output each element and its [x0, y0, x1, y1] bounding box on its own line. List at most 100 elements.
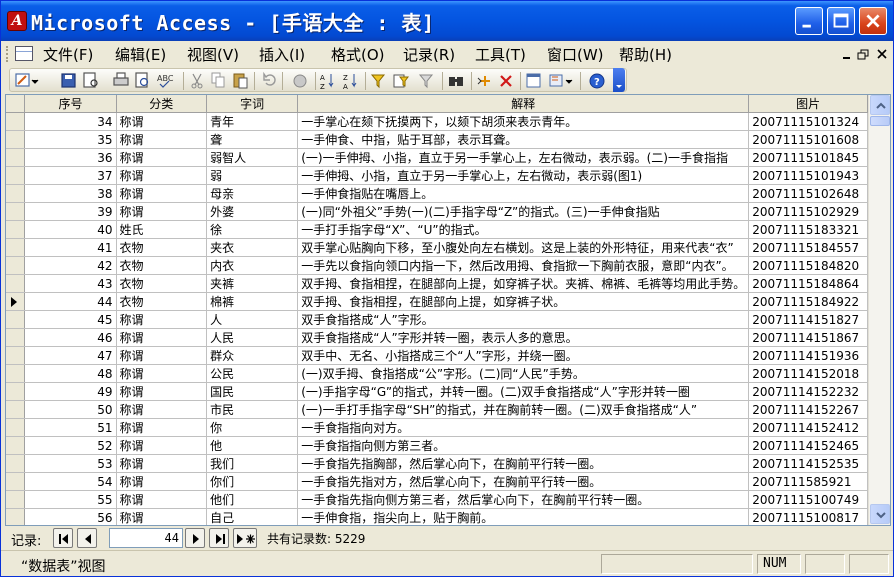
table-row[interactable]: 52 称谓他一手食指指向侧方第三者。 20071114152465	[6, 436, 868, 455]
cell-category[interactable]: 衣物	[116, 238, 208, 257]
table-row[interactable]: 51 称谓你一手食指指向对方。 20071114152412	[6, 418, 868, 437]
table-row[interactable]: 37 称谓弱一手伸拇、小指，直立于另一手掌心上，左右微动，表示弱(图1) 20071…	[6, 166, 868, 185]
cell-word[interactable]: 夹裤	[206, 274, 299, 293]
cell-seq[interactable]: 50	[24, 400, 117, 419]
cell-seq[interactable]: 45	[24, 310, 117, 329]
cell-category[interactable]: 称谓	[116, 148, 208, 167]
column-header-seq[interactable]: 序号	[24, 95, 117, 113]
new-record-icon[interactable]	[477, 76, 490, 86]
copy-icon[interactable]	[211, 72, 225, 88]
record-selector[interactable]	[6, 184, 26, 203]
table-row[interactable]: 42 衣物 内衣 一手先以食指向领口内指一下，然后改用拇、食指掀一下胸前衣服，意即“内…	[6, 256, 868, 275]
cell-seq[interactable]: 48	[24, 364, 117, 383]
cell-word[interactable]: 市民	[206, 400, 299, 419]
next-record-button[interactable]	[185, 528, 205, 548]
cell-word[interactable]: 公民	[206, 364, 299, 383]
record-selector[interactable]	[6, 328, 26, 347]
cell-word[interactable]: 聋	[206, 130, 299, 149]
cell-image[interactable]: 20071114152232	[748, 382, 868, 401]
cell-word[interactable]: 他	[206, 436, 299, 455]
record-selector[interactable]	[6, 148, 26, 167]
menu-view[interactable]: 视图(V)	[183, 45, 243, 65]
cell-word[interactable]: 群众	[206, 346, 299, 365]
cell-category[interactable]: 称谓	[116, 310, 208, 329]
cell-word[interactable]: 自己	[206, 508, 299, 525]
table-row[interactable]: 54 称谓 你们 一手食指先指对方，然后掌心向下，在胸前平行转一圈。 200711158…	[6, 472, 868, 491]
cell-image[interactable]: 20071114152018	[748, 364, 868, 383]
table-row[interactable]: 48 称谓 公民 (一)双手拇、食指搭成“公”字形。(二)同“人民”手势。 200711…	[6, 364, 868, 383]
table-row[interactable]: 45 称谓人双手食指搭成“人”字形。 20071114151827	[6, 310, 868, 329]
record-selector[interactable]	[6, 238, 26, 257]
cell-image[interactable]: 20071115102648	[748, 184, 868, 203]
vertical-scrollbar[interactable]	[868, 95, 890, 525]
first-record-button[interactable]	[53, 528, 73, 548]
minimize-button[interactable]	[795, 7, 823, 35]
table-row[interactable]: 35 称谓聋一手伸食、中指，贴于耳部，表示耳聋。 20071115101608	[6, 130, 868, 149]
toolbar-options-button[interactable]	[613, 68, 625, 92]
cell-category[interactable]: 称谓	[116, 130, 208, 149]
database-window-icon[interactable]	[526, 73, 541, 88]
cell-seq[interactable]: 44	[24, 292, 117, 311]
cell-explanation[interactable]: (一)一手伸拇、小指，直立于另一手掌心上，左右微动，表示弱。(二)一手食指指	[297, 148, 750, 167]
close-button[interactable]	[859, 7, 887, 35]
cell-image[interactable]: 20071115101845	[748, 148, 868, 167]
cell-category[interactable]: 姓氏	[116, 220, 208, 239]
cell-explanation[interactable]: 一手伸食指贴在嘴唇上。	[297, 184, 750, 203]
access-app-icon[interactable]: A	[7, 11, 27, 31]
cell-explanation[interactable]: 一手伸食指，指尖向上，贴于胸前。	[297, 508, 750, 525]
cell-image[interactable]: 20071114152535	[748, 454, 868, 473]
menu-help[interactable]: 帮助(H)	[615, 45, 676, 65]
cell-category[interactable]: 称谓	[116, 418, 208, 437]
cell-seq[interactable]: 46	[24, 328, 117, 347]
column-header-explanation[interactable]: 解释	[297, 95, 750, 113]
record-selector[interactable]	[6, 346, 26, 365]
cell-word[interactable]: 外婆	[206, 202, 299, 221]
cell-seq[interactable]: 37	[24, 166, 117, 185]
cell-seq[interactable]: 39	[24, 202, 117, 221]
mdi-restore-icon[interactable]	[857, 49, 869, 60]
cell-category[interactable]: 称谓	[116, 472, 208, 491]
record-selector[interactable]	[6, 220, 26, 239]
cell-word[interactable]: 你	[206, 418, 299, 437]
column-header-image[interactable]: 图片	[748, 95, 868, 113]
scroll-thumb[interactable]	[870, 116, 890, 126]
find-icon[interactable]	[449, 77, 463, 86]
menu-edit[interactable]: 编辑(E)	[111, 45, 170, 65]
cell-seq[interactable]: 49	[24, 382, 117, 401]
record-selector[interactable]	[6, 508, 26, 525]
cell-category[interactable]: 称谓	[116, 202, 208, 221]
filter-by-selection-icon[interactable]	[370, 74, 386, 89]
cell-image[interactable]: 20071115184820	[748, 256, 868, 275]
cell-category[interactable]: 衣物	[116, 256, 208, 275]
table-row[interactable]: 34 称谓 青年 一手掌心在颏下抚摸两下，以颏下胡须来表示青年。 20071115101…	[6, 112, 868, 131]
file-search-icon[interactable]	[83, 72, 98, 88]
menu-format[interactable]: 格式(O)	[327, 45, 389, 65]
table-row[interactable]: 53 称谓 我们 一手食指先指胸部，然后掌心向下，在胸前平行转一圈。 200711141…	[6, 454, 868, 473]
cell-category[interactable]: 称谓	[116, 112, 208, 131]
cell-seq[interactable]: 56	[24, 508, 117, 525]
cell-category[interactable]: 称谓	[116, 490, 208, 509]
record-selector[interactable]	[6, 364, 26, 383]
cell-category[interactable]: 称谓	[116, 364, 208, 383]
cell-seq[interactable]: 52	[24, 436, 117, 455]
cell-seq[interactable]: 38	[24, 184, 117, 203]
cell-category[interactable]: 称谓	[116, 346, 208, 365]
record-selector[interactable]	[6, 472, 26, 491]
cell-seq[interactable]: 54	[24, 472, 117, 491]
cell-image[interactable]: 20071114152412	[748, 418, 868, 437]
cell-seq[interactable]: 43	[24, 274, 117, 293]
cell-image[interactable]: 20071114151936	[748, 346, 868, 365]
table-row[interactable]: 55 称谓 他们 一手食指先指向侧方第三者，然后掌心向下，在胸前平行转一圈。 20071…	[6, 490, 868, 509]
table-row[interactable]: 49 称谓 国民 (一)手指字母“G”的指式，并转一圈。(二)双手食指搭成“人”字形并…	[6, 382, 868, 401]
cell-image[interactable]: 20071115101608	[748, 130, 868, 149]
cell-image[interactable]: 20071114152267	[748, 400, 868, 419]
table-row[interactable]: 43 衣物 夹裤 双手拇、食指相捏，在腿部向上提，如穿裤子状。夹裤、棉裤、毛裤等均用此…	[6, 274, 868, 293]
datasheet-grid[interactable]: 序号 分类 字词 解释 图片 34 称谓 青年 一手掌心在颏下抚摸两下，以颏下胡须来表…	[5, 94, 891, 526]
cell-seq[interactable]: 41	[24, 238, 117, 257]
scroll-down-button[interactable]	[870, 504, 890, 524]
cell-explanation[interactable]: 一手打手指字母“X”、“U”的指式。	[297, 220, 750, 239]
record-selector[interactable]	[6, 436, 26, 455]
print-icon[interactable]	[113, 72, 129, 86]
record-selector[interactable]	[6, 112, 26, 131]
cell-seq[interactable]: 35	[24, 130, 117, 149]
